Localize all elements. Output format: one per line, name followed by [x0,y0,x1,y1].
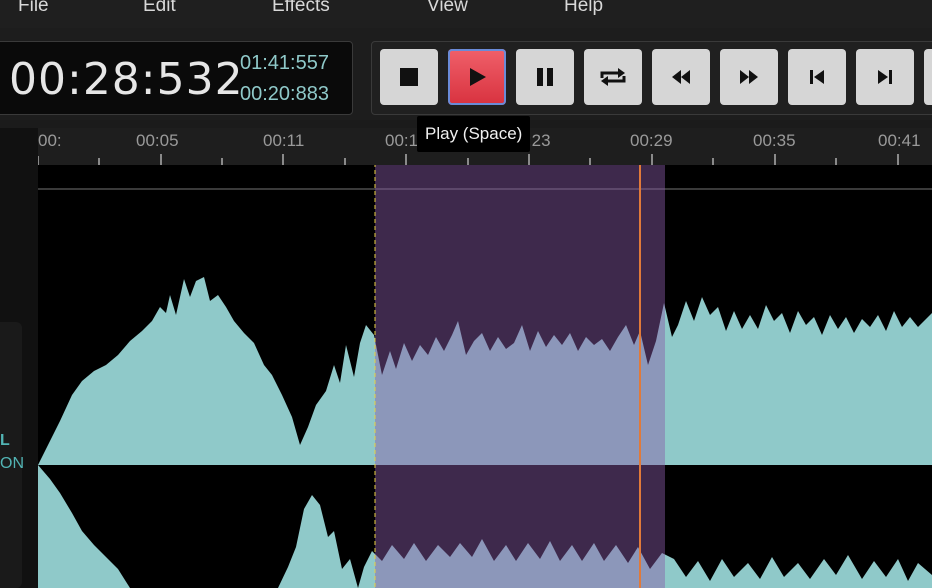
play-tooltip: Play (Space) [417,116,531,152]
next-button-partial[interactable] [924,49,932,105]
selection-duration: 00:20:883 [240,83,329,105]
skip-end-button[interactable] [856,49,914,105]
menu-effects[interactable]: Effects [272,0,330,17]
menu-edit[interactable]: Edit [143,0,176,17]
fast-forward-icon [740,70,758,84]
menu-bar: File Edit Effects View Help [0,0,932,29]
pause-button[interactable] [516,49,574,105]
rewind-button[interactable] [652,49,710,105]
transport-controls [371,41,932,115]
skip-start-icon [810,70,824,84]
stop-icon [400,68,418,86]
loop-button[interactable] [584,49,642,105]
skip-start-button[interactable] [788,49,846,105]
play-icon [470,68,486,86]
track-label-bottom: ON [0,455,24,472]
menu-file[interactable]: File [18,0,49,17]
menu-view[interactable]: View [427,0,468,17]
skip-end-icon [878,70,892,84]
track-label-top: L [0,432,10,449]
total-duration: 01:41:557 [240,52,329,74]
loop-icon [600,68,626,86]
time-display: 00:28:532 01:41:557 00:20:883 [0,41,353,115]
menu-help[interactable]: Help [564,0,603,17]
pause-icon [537,68,553,86]
waveform-canvas[interactable] [38,165,932,588]
stop-button[interactable] [380,49,438,105]
current-time: 00:28:532 [9,54,244,105]
fast-forward-button[interactable] [720,49,778,105]
selection-region[interactable] [375,165,665,588]
play-button[interactable] [448,49,506,105]
rewind-icon [672,70,690,84]
